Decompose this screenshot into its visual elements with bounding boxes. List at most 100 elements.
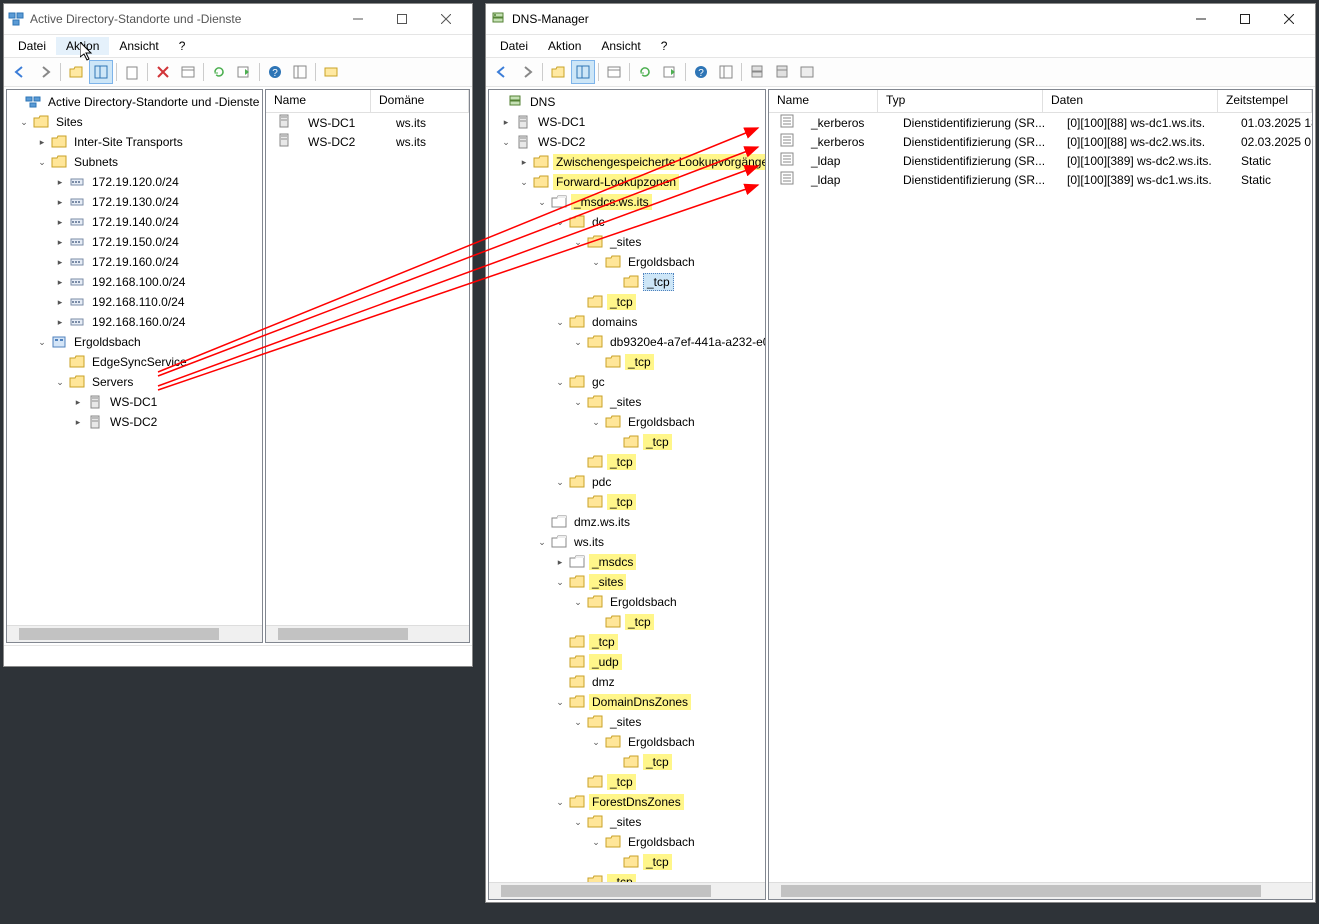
tree-node[interactable]: ⌄gc <box>489 372 765 392</box>
tree-node[interactable]: ⌄Ergoldsbach <box>489 832 765 852</box>
server-node[interactable]: ▸WS-DC1 <box>7 392 262 412</box>
expander-icon[interactable]: ⌄ <box>571 235 585 249</box>
expander-icon[interactable]: ⌄ <box>499 135 513 149</box>
options-icon[interactable] <box>714 60 738 84</box>
expander-icon[interactable]: ⌄ <box>535 535 549 549</box>
list-item[interactable]: _kerberosDienstidentifizierung (SR...[0]… <box>769 113 1312 132</box>
tree-node[interactable]: ▸_tcp <box>489 292 765 312</box>
export-icon[interactable] <box>658 60 682 84</box>
expander-icon[interactable]: ⌄ <box>589 835 603 849</box>
tree-node[interactable]: ⌄ws.its <box>489 532 765 552</box>
col-data[interactable]: Daten <box>1043 90 1218 112</box>
expander-icon[interactable]: ⌄ <box>517 175 531 189</box>
tree-node[interactable]: ⌄_sites <box>489 812 765 832</box>
col-name[interactable]: Name <box>266 90 371 112</box>
menu-help[interactable]: ? <box>169 37 196 55</box>
show-hide-icon[interactable] <box>571 60 595 84</box>
tree-node[interactable]: ⌄ForestDnsZones <box>489 792 765 812</box>
list-item[interactable]: _ldapDienstidentifizierung (SR...[0][100… <box>769 151 1312 170</box>
export-icon[interactable] <box>232 60 256 84</box>
tree-node[interactable]: ⌄Ergoldsbach <box>489 592 765 612</box>
list-header[interactable]: Name Typ Daten Zeitstempel <box>769 90 1312 113</box>
ad-tree[interactable]: ▸Active Directory-Standorte und -Dienste… <box>6 89 263 643</box>
tree-node[interactable]: ⌄dc <box>489 212 765 232</box>
tree-node[interactable]: ⌄Ergoldsbach <box>489 732 765 752</box>
subnet-node[interactable]: ▸192.168.160.0/24 <box>7 312 262 332</box>
tree-node[interactable]: ▸_tcp <box>489 752 765 772</box>
refresh-icon[interactable] <box>633 60 657 84</box>
expander-icon[interactable]: ⌄ <box>571 335 585 349</box>
servers-node[interactable]: Servers <box>89 374 136 390</box>
menu-ansicht[interactable]: Ansicht <box>591 37 650 55</box>
inter-site-node[interactable]: Inter-Site Transports <box>71 134 186 150</box>
ad-titlebar[interactable]: Active Directory-Standorte und -Dienste <box>4 4 472 35</box>
sites-node[interactable]: Sites <box>53 114 86 130</box>
menu-datei[interactable]: Datei <box>8 37 56 55</box>
delete-icon[interactable] <box>151 60 175 84</box>
tree-node[interactable]: ⌄pdc <box>489 472 765 492</box>
tree-node[interactable]: ⌄domains <box>489 312 765 332</box>
tree-node[interactable]: ⌄Forward-Lookupzonen <box>489 172 765 192</box>
list-item[interactable]: WS-DC2ws.its <box>266 132 469 151</box>
tree-scrollbar[interactable] <box>489 882 765 899</box>
tree-node[interactable]: ▸dmz <box>489 672 765 692</box>
help-icon[interactable]: ? <box>263 60 287 84</box>
server-icon[interactable] <box>770 60 794 84</box>
menu-datei[interactable]: Datei <box>490 37 538 55</box>
expander-icon[interactable]: ⌄ <box>589 255 603 269</box>
subnet-node[interactable]: ▸192.168.100.0/24 <box>7 272 262 292</box>
expander-icon[interactable]: ⌄ <box>553 475 567 489</box>
col-domain[interactable]: Domäne <box>371 90 469 112</box>
tree-node[interactable]: ⌄_sites <box>489 572 765 592</box>
tree-node[interactable]: ⌄WS-DC2 <box>489 132 765 152</box>
folder-up-icon[interactable] <box>546 60 570 84</box>
refresh-icon[interactable] <box>207 60 231 84</box>
expander-icon[interactable]: ⌄ <box>553 375 567 389</box>
nav-forward-icon[interactable] <box>515 60 539 84</box>
tree-node[interactable]: ▸_udp <box>489 652 765 672</box>
minimize-button[interactable] <box>1179 5 1223 33</box>
expander-icon[interactable]: ⌄ <box>571 715 585 729</box>
close-button[interactable] <box>424 5 468 33</box>
tree-node[interactable]: ⌄_sites <box>489 712 765 732</box>
subnet-node[interactable]: ▸172.19.130.0/24 <box>7 192 262 212</box>
dns-titlebar[interactable]: DNS-Manager <box>486 4 1315 35</box>
subnet-node[interactable]: ▸172.19.140.0/24 <box>7 212 262 232</box>
expander-icon[interactable]: ▸ <box>553 555 567 569</box>
nav-forward-icon[interactable] <box>33 60 57 84</box>
tree-node[interactable]: ⌄_msdcs.ws.its <box>489 192 765 212</box>
server-icon[interactable] <box>745 60 769 84</box>
expander-icon[interactable]: ⌄ <box>553 575 567 589</box>
tree-node[interactable]: ⌄_sites <box>489 232 765 252</box>
subnet-node[interactable]: ▸172.19.150.0/24 <box>7 232 262 252</box>
menu-aktion[interactable]: Aktion <box>538 37 591 55</box>
properties-icon[interactable] <box>602 60 626 84</box>
col-name[interactable]: Name <box>769 90 878 112</box>
minimize-button[interactable] <box>336 5 380 33</box>
col-type[interactable]: Typ <box>878 90 1043 112</box>
tree-node[interactable]: ▸_tcp <box>489 432 765 452</box>
folder-up-icon[interactable] <box>64 60 88 84</box>
expander-icon[interactable]: ⌄ <box>553 795 567 809</box>
subnets-node[interactable]: Subnets <box>71 154 121 170</box>
tree-node[interactable]: ▸_tcp <box>489 852 765 872</box>
expander-icon[interactable]: ⌄ <box>589 415 603 429</box>
tree-node[interactable]: ▸_msdcs <box>489 552 765 572</box>
list-header[interactable]: Name Domäne <box>266 90 469 113</box>
nav-back-icon[interactable] <box>490 60 514 84</box>
expander-icon[interactable]: ⌄ <box>553 315 567 329</box>
tree-node[interactable]: ▸_tcp <box>489 452 765 472</box>
properties-icon[interactable] <box>176 60 200 84</box>
copy-icon[interactable] <box>120 60 144 84</box>
tree-node[interactable]: ▸dmz.ws.its <box>489 512 765 532</box>
list-item[interactable]: _ldapDienstidentifizierung (SR...[0][100… <box>769 170 1312 189</box>
subnet-node[interactable]: ▸172.19.120.0/24 <box>7 172 262 192</box>
tree-node[interactable]: ▸_tcp <box>489 352 765 372</box>
menu-help[interactable]: ? <box>651 37 678 55</box>
tree-node[interactable]: ▸DNS <box>489 92 765 112</box>
col-timestamp[interactable]: Zeitstempel <box>1218 90 1312 112</box>
subnet-node[interactable]: ▸192.168.110.0/24 <box>7 292 262 312</box>
expander-icon[interactable]: ▸ <box>499 115 513 129</box>
tree-node[interactable]: ▸_tcp <box>489 772 765 792</box>
menu-aktion[interactable]: Aktion <box>56 37 109 55</box>
